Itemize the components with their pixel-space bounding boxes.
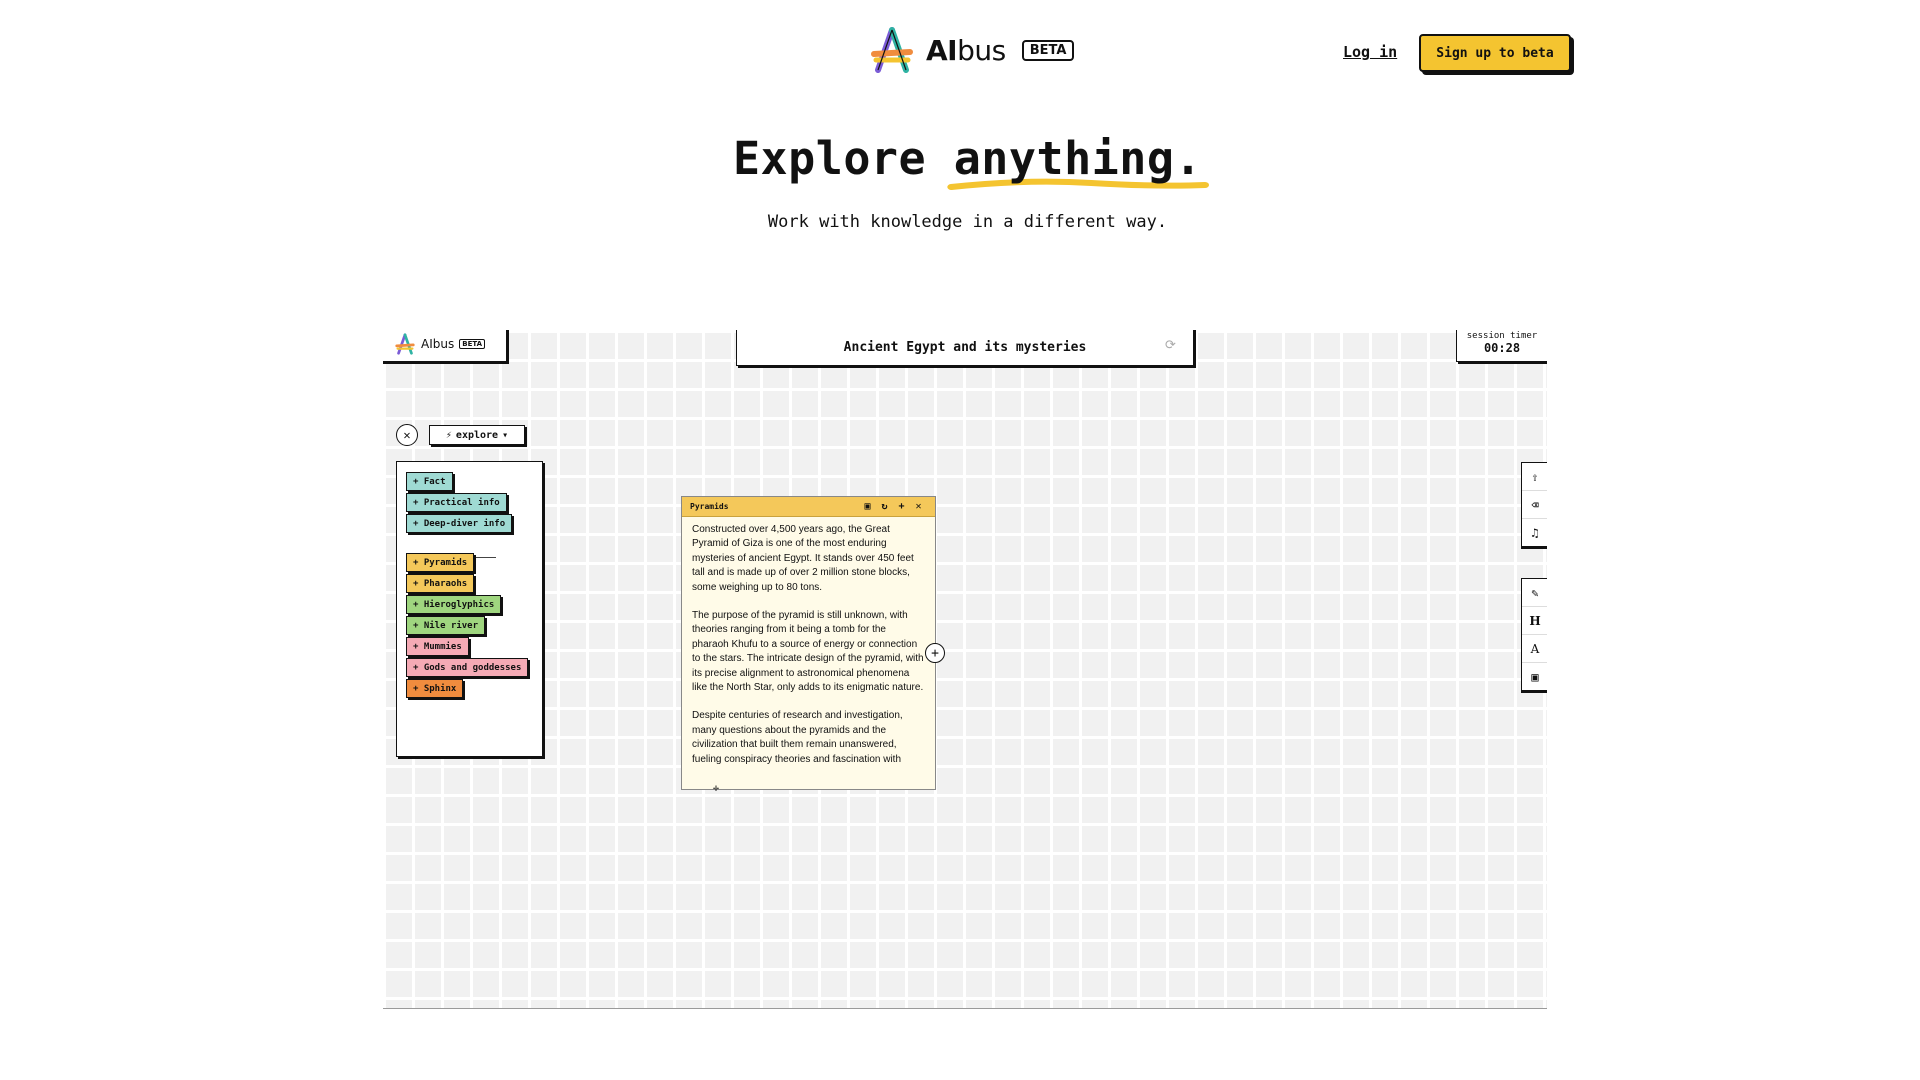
app-preview: AIbus BETA Ancient Egypt and its mysteri… (383, 330, 1547, 1009)
lightning-icon: ⚡ (445, 429, 452, 441)
palette-chip-sphinx[interactable]: + Sphinx (406, 679, 464, 698)
card-body: Constructed over 4,500 years ago, the Gr… (682, 517, 935, 787)
card-paragraph: Despite centuries of research and invest… (692, 710, 903, 765)
palette-chip-hieroglyphics[interactable]: + Hieroglyphics (406, 595, 502, 614)
expand-card-button[interactable]: + (925, 643, 945, 663)
timer-value: 00:28 (1483, 341, 1521, 355)
hero-subtitle: Work with knowledge in a different way. (767, 212, 1168, 232)
heading-icon[interactable]: H (1522, 607, 1547, 635)
palette-chip-mummies[interactable]: + Mummies (406, 637, 469, 656)
card-paragraph: The purpose of the pyramid is still unkn… (692, 610, 924, 694)
beta-badge: BETA (1021, 39, 1075, 61)
topic-title: Ancient Egypt and its mysteries (843, 340, 1087, 355)
text-icon[interactable]: A (1522, 635, 1547, 663)
palette-chip-nile-river[interactable]: + Nile river (406, 616, 486, 635)
mode-dropdown[interactable]: ⚡ explore ▾ (429, 425, 525, 445)
card-paragraph: Constructed over 4,500 years ago, the Gr… (692, 524, 914, 593)
eraser-icon[interactable]: ⌫ (1522, 491, 1547, 519)
session-timer: session timer 00:28 (1456, 330, 1547, 362)
hero-title-highlight: anything. (947, 132, 1209, 190)
palette-chip-pharaohs[interactable]: + Pharaohs (406, 574, 475, 593)
canvas-grid (383, 330, 1547, 1008)
app-brand-name: AIbus (421, 337, 455, 351)
palette-chip-fact[interactable]: + Fact (406, 472, 453, 491)
card-title: Pyramids (690, 502, 729, 511)
signup-button[interactable]: Sign up to beta (1419, 34, 1571, 72)
close-icon[interactable]: ✕ (910, 501, 927, 512)
palette-chip-pyramids[interactable]: + Pyramids (406, 553, 475, 572)
brand-name: AIbus (926, 33, 1006, 67)
topic-header: Ancient Egypt and its mysteries ⟳ (736, 330, 1194, 366)
app-beta-badge: BETA (459, 339, 486, 349)
palette-chip-deep-diver-info[interactable]: + Deep-diver info (406, 514, 513, 533)
albus-logo-icon (871, 27, 913, 73)
login-link[interactable]: Log in (1343, 43, 1397, 61)
palette-chip-practical-info[interactable]: + Practical info (406, 493, 507, 512)
refresh-icon[interactable]: ⟳ (1165, 339, 1179, 353)
albus-logo-icon (395, 333, 415, 355)
block-palette: + Fact + Practical info + Deep-diver inf… (396, 461, 543, 757)
add-icon[interactable]: + (893, 501, 910, 512)
image-icon[interactable]: ▣ (859, 501, 876, 512)
hero-title-start: Explore (732, 132, 954, 185)
image-icon[interactable]: ▣ (1522, 663, 1547, 690)
knowledge-card[interactable]: Pyramids ▣ ↻ + ✕ Constructed over 4,500 … (681, 496, 936, 790)
app-brand[interactable]: AIbus BETA (383, 330, 507, 362)
mode-label: explore (455, 429, 499, 441)
close-icon[interactable]: ✕ (396, 424, 418, 446)
brand-logo[interactable]: AIbus BETA (868, 26, 1075, 74)
share-icon[interactable]: ⇪ (1522, 463, 1547, 491)
palette-chip-gods-and-goddesses[interactable]: + Gods and goddesses (406, 658, 529, 677)
refresh-icon[interactable]: ↻ (876, 501, 893, 512)
canvas-toolbar-top: ⇪ ⌫ ♫ (1521, 462, 1547, 547)
chevron-down-icon: ▾ (502, 429, 509, 441)
timer-label: session timer (1466, 331, 1538, 341)
resize-handle-icon[interactable]: ✛ (713, 783, 719, 794)
magic-wand-icon[interactable]: ✎ (1522, 579, 1547, 607)
music-icon[interactable]: ♫ (1522, 519, 1547, 546)
canvas-toolbar-bottom: ✎ H A ▣ (1521, 578, 1547, 691)
hero-title: Explore anything. (0, 132, 1920, 190)
card-header: Pyramids ▣ ↻ + ✕ (682, 497, 935, 517)
